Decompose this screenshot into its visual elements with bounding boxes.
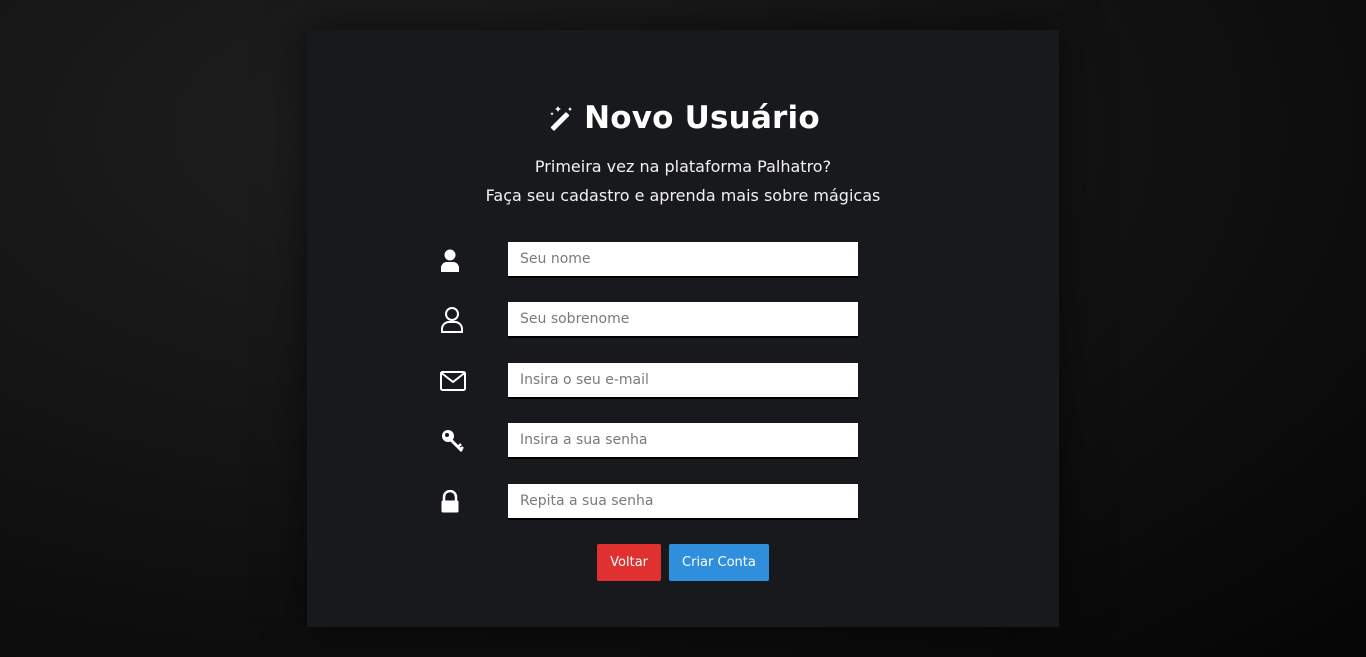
confirm-password-input[interactable]	[508, 484, 858, 520]
password-input[interactable]	[508, 423, 858, 459]
page-title-text: Novo Usuário	[584, 100, 820, 136]
confirm-password-row	[440, 484, 860, 520]
user-solid-icon	[440, 245, 468, 275]
back-button[interactable]: Voltar	[597, 544, 662, 581]
magic-wand-icon	[546, 103, 576, 133]
email-row	[440, 363, 860, 399]
first-name-row	[440, 242, 860, 278]
subtitle-line-2: Faça seu cadastro e aprenda mais sobre m…	[485, 186, 881, 205]
last-name-row	[440, 302, 860, 338]
first-name-input[interactable]	[508, 242, 858, 278]
lock-icon	[440, 487, 468, 517]
signup-card: Novo Usuário Primeira vez na plataforma …	[307, 30, 1059, 627]
envelope-icon	[440, 366, 468, 396]
form-actions: Voltar Criar Conta	[307, 544, 1059, 581]
email-input[interactable]	[508, 363, 858, 399]
create-account-button[interactable]: Criar Conta	[669, 544, 769, 581]
page-subtitle: Primeira vez na plataforma Palhatro? Faç…	[307, 152, 1059, 210]
user-outline-icon	[440, 305, 468, 335]
last-name-input[interactable]	[508, 302, 858, 338]
key-icon	[440, 426, 468, 456]
subtitle-line-1: Primeira vez na plataforma Palhatro?	[534, 157, 832, 176]
password-row	[440, 423, 860, 459]
page-title: Novo Usuário	[307, 98, 1059, 143]
